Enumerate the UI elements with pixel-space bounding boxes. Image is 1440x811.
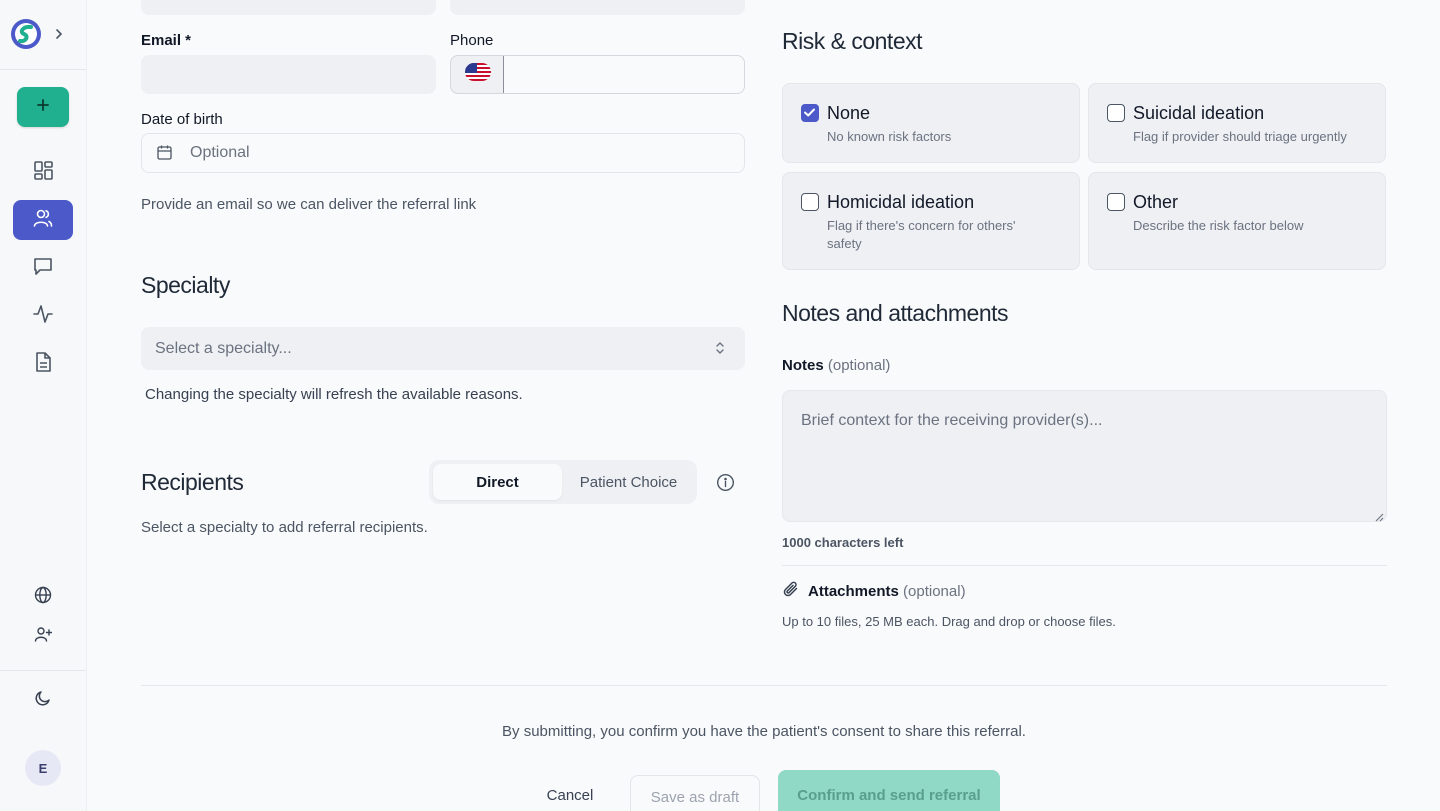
risk-other-checkbox[interactable] (1107, 193, 1125, 211)
notes-section-title: Notes and attachments (782, 300, 1009, 326)
risk-homicidal-title: Homicidal ideation (827, 192, 975, 212)
notes-label: Notes (782, 357, 824, 374)
calendar-icon (156, 144, 173, 166)
globe-icon (34, 586, 52, 609)
avatar[interactable]: E (25, 750, 61, 786)
plus-icon (35, 97, 51, 118)
email-label: Email * (141, 32, 192, 49)
notes-placeholder: Brief context for the receiving provider… (801, 412, 1103, 429)
us-flag-icon (464, 63, 491, 86)
message-square-icon (32, 255, 54, 282)
specialty-title: Specialty (141, 272, 230, 298)
user-plus-icon (34, 625, 53, 648)
risk-other-desc: Describe the risk factor below (1133, 218, 1304, 233)
risk-option-homicidal[interactable]: Homicidal ideation Flag if there's conce… (782, 172, 1080, 270)
risk-none-title: None (827, 103, 871, 123)
dashboard-grid-icon (32, 159, 54, 186)
attachments-label-row[interactable]: Attachments (optional) (782, 580, 966, 602)
risk-homicidal-desc: Flag if there's concern for others' (827, 218, 1016, 233)
footer-divider (141, 685, 1387, 686)
sidebar-item-activity[interactable] (13, 296, 73, 336)
risk-none-checkbox[interactable] (801, 104, 819, 122)
dob-field[interactable]: Optional (141, 133, 745, 173)
specialty-placeholder: Select a specialty... (155, 340, 292, 357)
phone-input-group (450, 55, 745, 94)
users-icon (32, 207, 54, 234)
sidebar-divider (0, 670, 86, 671)
risk-suicidal-desc: Flag if provider should triage urgently (1133, 129, 1347, 144)
first-name-field[interactable] (141, 0, 436, 15)
risk-suicidal-checkbox[interactable] (1107, 104, 1125, 122)
specialty-hint: Changing the specialty will refresh the … (145, 386, 523, 403)
toggle-direct[interactable]: Direct (433, 464, 562, 500)
phone-field[interactable] (503, 56, 744, 93)
invite-user-button[interactable] (28, 621, 58, 651)
notes-divider (782, 565, 1387, 566)
send-referral-button[interactable]: Confirm and send referral (778, 770, 1000, 811)
new-referral-button[interactable] (17, 87, 69, 127)
risk-option-none[interactable]: None No known risk factors (782, 83, 1080, 163)
risk-option-suicidal[interactable]: Suicidal ideation Flag if provider shoul… (1088, 83, 1386, 163)
consent-text: By submitting, you confirm you have the … (502, 723, 1026, 740)
notes-label-row: Notes (optional) (782, 357, 890, 374)
country-code-selector[interactable] (451, 56, 504, 93)
specialty-select[interactable]: Select a specialty... (141, 327, 745, 370)
sidebar-item-messages[interactable] (13, 248, 73, 288)
document-icon (32, 351, 54, 378)
paperclip-icon (782, 580, 800, 602)
attachments-suffix: (optional) (903, 582, 966, 600)
risk-option-other[interactable]: Other Describe the risk factor below (1088, 172, 1386, 270)
recipient-mode-toggle: Direct Patient Choice (429, 460, 697, 504)
last-name-field[interactable] (450, 0, 745, 15)
checkmark-icon (804, 108, 815, 117)
app-logo-icon[interactable] (10, 18, 42, 50)
notes-textarea[interactable]: Brief context for the receiving provider… (782, 390, 1387, 522)
recipients-empty-text: Select a specialty to add referral recip… (141, 519, 428, 536)
phone-label: Phone (450, 32, 494, 49)
cancel-button[interactable]: Cancel (530, 775, 610, 811)
save-draft-button[interactable]: Save as draft (630, 775, 760, 811)
sidebar-divider (0, 69, 86, 70)
attachments-hint: Up to 10 files, 25 MB each. Drag and dro… (782, 614, 1116, 629)
resize-handle-icon[interactable] (1374, 509, 1384, 527)
toggle-patient-choice[interactable]: Patient Choice (564, 464, 693, 500)
recipients-title: Recipients (141, 469, 244, 495)
chevron-right-icon[interactable] (52, 27, 66, 41)
sidebar-item-documents[interactable] (13, 344, 73, 384)
language-button[interactable] (28, 582, 58, 612)
email-field[interactable] (141, 55, 436, 94)
avatar-initial: E (38, 760, 48, 776)
moon-icon (34, 689, 52, 712)
risk-other-title: Other (1133, 192, 1179, 212)
dob-placeholder: Optional (190, 144, 250, 161)
notes-chars-left: 1000 characters left (782, 535, 904, 550)
sidebar-item-patients[interactable] (13, 200, 73, 240)
theme-toggle-button[interactable] (28, 685, 58, 715)
sidebar-item-dashboard[interactable] (13, 152, 73, 192)
risk-homicidal-checkbox[interactable] (801, 193, 819, 211)
attachments-label: Attachments (808, 582, 899, 600)
sidebar: E (0, 0, 87, 811)
risk-none-desc: No known risk factors (827, 129, 952, 144)
info-icon[interactable] (716, 473, 735, 497)
email-hint: Provide an email so we can deliver the r… (141, 196, 477, 213)
chevron-up-down-icon (713, 340, 727, 361)
risk-homicidal-desc-line2: safety (827, 236, 862, 251)
notes-label-suffix: (optional) (827, 357, 891, 374)
dob-label: Date of birth (141, 111, 223, 128)
risk-title: Risk & context (782, 28, 923, 54)
activity-pulse-icon (32, 303, 54, 330)
risk-suicidal-title: Suicidal ideation (1133, 103, 1265, 123)
